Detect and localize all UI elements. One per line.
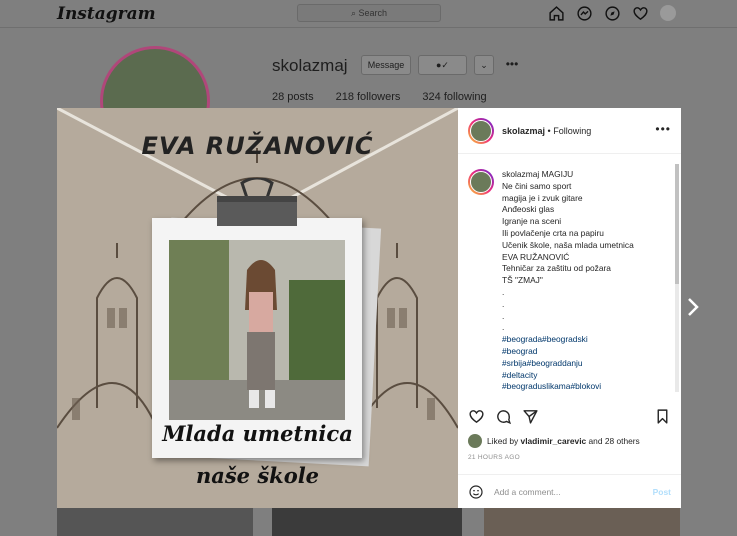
- liked-by-user[interactable]: vladimir_carevic: [521, 436, 587, 446]
- follow-status-button[interactable]: ●✓: [418, 55, 467, 75]
- caption-line: Učenik škole, naša mlada umetnica: [502, 239, 634, 250]
- comment-icon[interactable]: [495, 408, 512, 425]
- nav-icons: [548, 5, 676, 22]
- post-caption: skolazmaj MAGIJU Ne čini samo sport magi…: [458, 155, 681, 398]
- search-input[interactable]: ⌕ Search: [297, 4, 441, 22]
- grid-thumbnail[interactable]: [272, 508, 462, 536]
- instagram-logo[interactable]: Instagram: [57, 4, 156, 24]
- person-check-icon: ●✓: [436, 60, 449, 70]
- caption-line: TŠ "ZMAJ": [502, 275, 543, 286]
- messenger-icon[interactable]: [576, 5, 593, 22]
- more-options-button[interactable]: •••: [502, 55, 522, 75]
- explore-icon[interactable]: [604, 5, 621, 22]
- caption-line: .: [502, 322, 505, 333]
- emoji-icon[interactable]: [468, 484, 484, 500]
- caption-scrollbar[interactable]: [675, 164, 679, 392]
- message-button[interactable]: Message: [361, 55, 411, 75]
- profile-username: skolazmaj: [272, 56, 348, 75]
- image-caption-line-1: Mlada umetnica: [162, 421, 353, 446]
- binder-clip-icon: [217, 178, 297, 226]
- suggested-dropdown-button[interactable]: ⌄: [474, 55, 494, 75]
- caption-line: magija je i zvuk gitare: [502, 192, 583, 203]
- liked-by-prefix: Liked by: [487, 436, 519, 446]
- post-comment-button[interactable]: Post: [653, 487, 671, 497]
- caption-author-avatar[interactable]: [468, 169, 494, 195]
- chevron-down-icon: ⌄: [480, 60, 488, 70]
- heart-icon[interactable]: [632, 5, 649, 22]
- home-icon[interactable]: [548, 5, 565, 22]
- liked-by-others[interactable]: and 28 others: [589, 436, 640, 446]
- share-icon[interactable]: [522, 408, 539, 425]
- caption-line: Ili povlačenje crta na papiru: [502, 227, 604, 238]
- author-username[interactable]: skolazmaj: [502, 126, 545, 136]
- caption-line: EVA RUŽANOVIĆ: [502, 251, 570, 262]
- search-icon: ⌕: [350, 8, 359, 18]
- liker-avatar[interactable]: [468, 434, 482, 448]
- author-info: skolazmaj • Following: [502, 126, 591, 136]
- caption-line: .: [502, 310, 505, 321]
- caption-first-word: MAGIJU: [541, 169, 574, 179]
- top-navigation-bar: Instagram ⌕ Search: [0, 0, 737, 28]
- scrollbar-thumb[interactable]: [675, 164, 679, 284]
- image-caption-line-2: naše škole: [195, 463, 320, 488]
- caption-line: Ne čini samo sport: [502, 180, 572, 191]
- image-title: EVA RUŽANOVIĆ: [141, 132, 374, 160]
- student-photo: [169, 240, 345, 420]
- hashtag-link[interactable]: #beograduslikama#blokovi: [502, 381, 634, 393]
- hashtag-link[interactable]: #beograd: [502, 346, 634, 358]
- caption-text: skolazmaj MAGIJU Ne čini samo sport magi…: [502, 169, 634, 398]
- post-image[interactable]: EVA RUŽANOVIĆ Mlada umetnica naše škole: [57, 108, 458, 508]
- profile-stats: 28 posts 218 followers 324 following: [272, 91, 487, 103]
- posts-count: 28 posts: [272, 91, 314, 103]
- followers-count[interactable]: 218 followers: [336, 91, 401, 103]
- post-header: skolazmaj • Following •••: [458, 108, 681, 154]
- likes-summary: Liked by vladimir_carevic and 28 others: [468, 434, 640, 448]
- comment-input[interactable]: Add a comment...: [494, 487, 653, 497]
- following-count[interactable]: 324 following: [422, 91, 486, 103]
- hashtag-link[interactable]: #deltacity: [502, 370, 634, 382]
- author-avatar[interactable]: [468, 117, 494, 144]
- search-placeholder: Search: [358, 8, 388, 18]
- caption-line: .: [502, 298, 505, 309]
- caption-line: Anđeoski glas: [502, 204, 555, 215]
- next-post-arrow-icon[interactable]: [686, 297, 700, 317]
- hashtag-link[interactable]: #beograda#beogradski: [502, 334, 634, 346]
- post-actions: [468, 408, 539, 425]
- caption-line: Tehničar za zaštitu od požara: [502, 263, 611, 274]
- post-timestamp[interactable]: 21 HOURS AGO: [468, 454, 520, 461]
- grid-thumbnail[interactable]: [484, 508, 680, 536]
- caption-username[interactable]: skolazmaj: [502, 169, 539, 179]
- post-options-button[interactable]: •••: [655, 122, 671, 136]
- bookmark-icon[interactable]: [654, 408, 671, 425]
- like-heart-icon[interactable]: [468, 408, 485, 425]
- header-separator: •: [547, 125, 551, 136]
- post-details-panel: skolazmaj • Following ••• skolazmaj MAGI…: [458, 108, 681, 508]
- following-label[interactable]: Following: [553, 126, 591, 136]
- add-comment-bar: Add a comment... Post: [458, 474, 681, 508]
- hashtag-link[interactable]: #srbija#beograddanju: [502, 358, 634, 370]
- grid-thumbnail[interactable]: [57, 508, 253, 536]
- caption-line: .: [502, 286, 505, 297]
- profile-avatar[interactable]: [660, 5, 676, 21]
- caption-line: Igranje na sceni: [502, 216, 562, 227]
